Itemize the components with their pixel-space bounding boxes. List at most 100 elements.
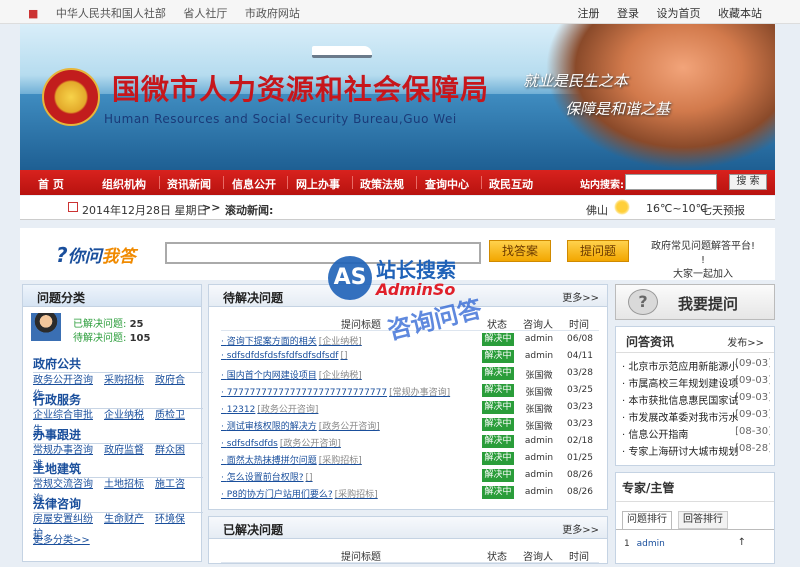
pending-more-link[interactable]: 更多>> bbox=[562, 289, 599, 304]
status-badge: 解决中 bbox=[482, 418, 514, 431]
main-nav: 首 页 组织机构 资讯新闻 信息公开 网上办事 政策法规 查询中心 政民互动 站… bbox=[20, 170, 775, 195]
row-title[interactable]: 7777777777777777777777777777 bbox=[227, 388, 387, 398]
weather-city: 佛山 bbox=[586, 204, 608, 217]
list-item[interactable]: · 市属高校三年规划建设项 [09-03] bbox=[622, 375, 770, 390]
row-title[interactable]: 测试审核权限的解决方 bbox=[227, 422, 317, 432]
category-link[interactable]: 政府监督 bbox=[104, 445, 144, 456]
pending-stat: 待解决问题: 105 bbox=[73, 329, 150, 344]
nav-online-service[interactable]: 网上办事 bbox=[296, 176, 340, 192]
nav-query-center[interactable]: 查询中心 bbox=[425, 176, 469, 192]
site-search-input[interactable] bbox=[625, 174, 717, 190]
link-city-gov[interactable]: 市政府网站 bbox=[245, 7, 300, 20]
row-user: admin bbox=[524, 470, 554, 480]
qa-news-publish-link[interactable]: 发布>> bbox=[727, 334, 764, 349]
row-user: admin bbox=[524, 351, 554, 361]
more-categories-link[interactable]: 更多分类>> bbox=[33, 531, 90, 546]
rank-user[interactable]: admin bbox=[637, 539, 665, 549]
bullet-icon: ■ bbox=[28, 7, 39, 20]
seven-day-forecast-link[interactable]: 七天预报 bbox=[701, 202, 745, 218]
row-category: [政务公开咨询] bbox=[257, 405, 319, 415]
site-search-button[interactable]: 搜 索 bbox=[729, 174, 767, 190]
site-title: 国微市人力资源和社会保障局 bbox=[112, 73, 490, 106]
table-row[interactable]: · 测试审核权限的解决方 [政务公开咨询] 解决中 张国微 03/23 bbox=[221, 417, 599, 434]
tab-question-rank[interactable]: 问题排行 bbox=[622, 511, 672, 529]
nav-home[interactable]: 首 页 bbox=[38, 176, 64, 192]
list-item[interactable]: · 北京市示范应用新能源小 [09-03] bbox=[622, 358, 770, 373]
pending-title-text: 待解决问题 bbox=[223, 291, 284, 305]
status-badge: 解决中 bbox=[482, 350, 514, 363]
nav-policy[interactable]: 政策法规 bbox=[360, 176, 404, 192]
nav-news[interactable]: 资讯新闻 bbox=[167, 176, 211, 192]
question-search-input[interactable] bbox=[165, 242, 481, 264]
find-answer-button[interactable]: 找答案 bbox=[489, 240, 551, 262]
link-mohrss[interactable]: 中华人民共和国人社部 bbox=[56, 7, 166, 20]
header-banner: 国微市人力资源和社会保障局 Human Resources and Social… bbox=[20, 24, 775, 170]
category-link[interactable]: 企业纳税 bbox=[104, 410, 144, 421]
row-category: [政务公开咨询] bbox=[318, 422, 380, 432]
pending-table-header: 提问标题 状态 咨询人 时间 bbox=[221, 313, 599, 331]
table-row[interactable]: · 面然太热抹搏拼尔问题 [采购招标] 解决中 admin 01/25 bbox=[221, 451, 599, 468]
link-province[interactable]: 省人社厅 bbox=[183, 7, 227, 20]
category-title: 问题分类 bbox=[23, 285, 201, 307]
header-status: 状态 bbox=[487, 552, 507, 563]
row-title[interactable]: 12312 bbox=[227, 405, 256, 415]
qa-logo: ?你问我答 bbox=[56, 242, 136, 267]
bookmark-link[interactable]: 收藏本站 bbox=[718, 7, 762, 20]
sunny-weather-icon bbox=[614, 199, 630, 215]
ask-question-box[interactable]: ? 我要提问 bbox=[615, 284, 775, 320]
table-row[interactable]: · sdfsdfdsfdsfsfdfsdfsdfsdf[] 解决中 admin 04/… bbox=[221, 349, 599, 366]
ask-question-button[interactable]: 提问题 bbox=[567, 240, 629, 262]
row-title[interactable]: 怎么设置前台权限? bbox=[227, 473, 304, 483]
nav-interaction[interactable]: 政民互动 bbox=[489, 176, 533, 192]
nav-divider bbox=[223, 176, 224, 189]
nav-divider bbox=[416, 176, 417, 189]
category-link[interactable]: 采购招标 bbox=[104, 375, 144, 386]
table-row[interactable]: · 咨询下提案方面的相关 [企业纳税] 解决中 admin 06/08 bbox=[221, 332, 599, 349]
table-row[interactable]: · 怎么设置前台权限?[] 解决中 admin 08/26 bbox=[221, 468, 599, 485]
list-item[interactable]: · 本市获批信息惠民国家试 [09-03] bbox=[622, 392, 770, 407]
question-bubble-icon: ? bbox=[628, 289, 658, 315]
logo-text-ask: 你问 bbox=[67, 247, 102, 267]
site-search-label: 站内搜索: bbox=[580, 180, 624, 191]
row-time: 03/25 bbox=[567, 385, 593, 395]
solved-title-text: 已解决问题 bbox=[223, 523, 284, 537]
row-title[interactable]: sdfsdfsdfds bbox=[227, 439, 278, 449]
question-mark-icon: ? bbox=[56, 243, 68, 267]
row-title[interactable]: 国内首个内网建设项目 bbox=[227, 371, 317, 381]
solved-more-link[interactable]: 更多>> bbox=[562, 521, 599, 536]
category-link[interactable]: 房屋安置纠纷 bbox=[33, 514, 93, 525]
table-row[interactable]: · sdfsdfsdfds [政务公开咨询] 解决中 admin 02/18 bbox=[221, 434, 599, 451]
table-row[interactable]: · P8的协方门户站用们要么? [采购招标] 解决中 admin 08/26 bbox=[221, 485, 599, 502]
set-homepage-link[interactable]: 设为首页 bbox=[657, 7, 701, 20]
info-bar: 2014年12月28日 星期日 >> 滚动新闻: 佛山 16℃~10℃ 七天预报 bbox=[20, 196, 775, 220]
row-title[interactable]: 面然太热抹搏拼尔问题 bbox=[227, 456, 317, 466]
category-link[interactable]: 生命财产 bbox=[104, 514, 144, 525]
register-link[interactable]: 注册 bbox=[578, 7, 600, 20]
row-category: [] bbox=[340, 351, 348, 361]
top-bar: ■ 中华人民共和国人社部 省人社厅 市政府网站 注册 登录 设为首页 收藏本站 bbox=[0, 0, 800, 24]
nav-info-public[interactable]: 信息公开 bbox=[232, 176, 276, 192]
table-row[interactable]: · 7777777777777777777777777777 [常规办事咨询] 解决… bbox=[221, 383, 599, 400]
list-item[interactable]: · 市发展改革委对我市污水 [09-03] bbox=[622, 409, 770, 424]
pending-count: 105 bbox=[129, 333, 151, 344]
row-title[interactable]: sdfsdfdsfdsfsfdfsdfsdfsdf bbox=[227, 351, 339, 361]
row-title[interactable]: 咨询下提案方面的相关 bbox=[227, 337, 317, 347]
rank-number: 1 bbox=[624, 539, 630, 549]
category-link[interactable]: 常规交流咨询 bbox=[33, 479, 93, 490]
tab-answer-rank[interactable]: 回答排行 bbox=[678, 511, 728, 529]
category-link[interactable]: 土地招标 bbox=[104, 479, 144, 490]
tab-divider bbox=[616, 529, 774, 530]
table-row[interactable]: · 12312 [政务公开咨询] 解决中 张国微 03/23 bbox=[221, 400, 599, 417]
row-title[interactable]: P8的协方门户站用们要么? bbox=[227, 490, 333, 500]
list-item[interactable]: · 专家上海研讨大城市规划 [08-28] bbox=[622, 443, 770, 458]
category-link[interactable]: 企业综合审批 bbox=[33, 410, 93, 421]
login-link[interactable]: 登录 bbox=[617, 7, 639, 20]
row-category: [采购招标] bbox=[334, 490, 378, 500]
category-link[interactable]: 政务公开咨询 bbox=[33, 375, 93, 386]
category-link[interactable]: 常规办事咨询 bbox=[33, 445, 93, 456]
list-item[interactable]: · 信息公开指南 [08-30] bbox=[622, 426, 770, 441]
rank-row[interactable]: 1 admin bbox=[624, 539, 665, 549]
table-row[interactable]: · 国内首个内网建设项目 [企业纳税] 解决中 张国微 03/28 bbox=[221, 366, 599, 383]
nav-organization[interactable]: 组织机构 bbox=[102, 176, 146, 192]
row-category: [常规办事咨询] bbox=[389, 388, 451, 398]
